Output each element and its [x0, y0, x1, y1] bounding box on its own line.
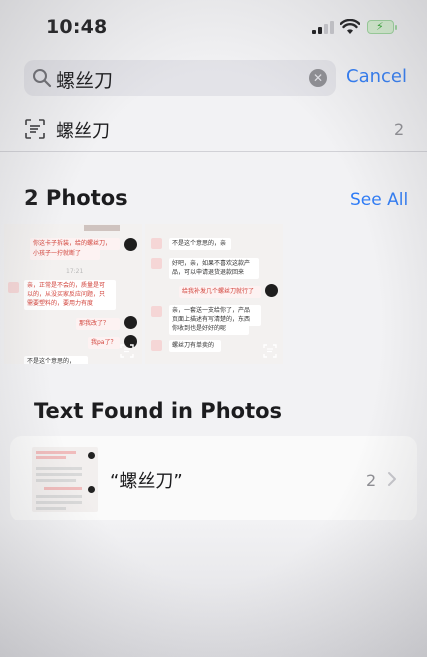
- shop-avatar: [8, 282, 19, 293]
- text-recognition-icon: [25, 119, 45, 139]
- photo-thumbnail-2[interactable]: 不是这个意思的，亲 好吧，亲，如果不喜欢这款产 品，可以申请退货退款回来 给我补…: [145, 224, 283, 364]
- live-text-icon: [263, 344, 277, 358]
- avatar: [124, 238, 137, 251]
- chat-timestamp: 17:21: [66, 268, 84, 275]
- chevron-right-icon: [388, 472, 396, 486]
- status-time: 10:48: [46, 16, 108, 38]
- chat-bubble: 不是这个意思的，亲: [169, 238, 231, 250]
- chat-bubble: 品，可以申请退货退款回来: [169, 267, 259, 279]
- wifi-icon: [340, 19, 360, 34]
- suggestion-label: 螺丝刀: [56, 121, 110, 142]
- avatar: [124, 316, 137, 329]
- search-input[interactable]: 螺丝刀: [56, 66, 113, 93]
- divider: [0, 151, 427, 152]
- empty-area: [0, 520, 427, 657]
- result-thumbnail: [32, 447, 98, 512]
- chat-bubble: 你收到也是好好的呢: [169, 323, 249, 335]
- shop-avatar: [151, 238, 162, 249]
- suggestion-count: 2: [394, 120, 405, 139]
- result-text: “螺丝刀”: [110, 471, 183, 492]
- search-field[interactable]: 螺丝刀 ✕: [24, 60, 336, 96]
- clear-search-icon[interactable]: ✕: [309, 69, 327, 87]
- search-icon: [33, 69, 52, 88]
- chat-bubble: 那我改了？: [76, 318, 120, 330]
- chat-bubble: 我pa了？: [88, 337, 120, 349]
- avatar: [265, 284, 278, 297]
- cellular-signal-icon: [312, 21, 334, 34]
- photos-section-title: 2 Photos: [24, 186, 128, 210]
- status-bar: 10:48 ⚡: [0, 0, 427, 52]
- search-suggestion-row[interactable]: 螺丝刀 2: [0, 112, 427, 150]
- photos-search-screen: 10:48 ⚡ 螺丝刀 ✕ Cancel 螺丝刀 2 2 Photos See …: [0, 0, 427, 657]
- result-count: 2: [366, 471, 377, 490]
- battery-charging-icon: ⚡: [367, 20, 397, 34]
- cancel-button[interactable]: Cancel: [346, 66, 407, 87]
- shop-avatar: [151, 258, 162, 269]
- see-all-button[interactable]: See All: [350, 190, 408, 210]
- chat-bubble: 给我补发几个螺丝刀就行了: [179, 286, 261, 298]
- chat-bubble: 螺丝刀有单卖的: [169, 340, 221, 352]
- text-found-result-row[interactable]: “螺丝刀” 2: [10, 436, 417, 522]
- shop-avatar: [151, 306, 162, 317]
- shop-avatar: [151, 340, 162, 351]
- chat-bubble: 不是这个意思的，: [24, 356, 88, 364]
- text-found-section-title: Text Found in Photos: [34, 399, 283, 423]
- photo-thumbnail-1[interactable]: 你这卡子拆装，给的螺丝刀， 小孩子一拧就断了 17:21 亲，正常是不会的，质量…: [4, 224, 142, 364]
- chat-bubble: 小孩子一拧就断了: [30, 248, 100, 260]
- chat-bubble: 需要塑料的，要用力有度: [24, 298, 116, 310]
- live-text-icon: [120, 344, 134, 358]
